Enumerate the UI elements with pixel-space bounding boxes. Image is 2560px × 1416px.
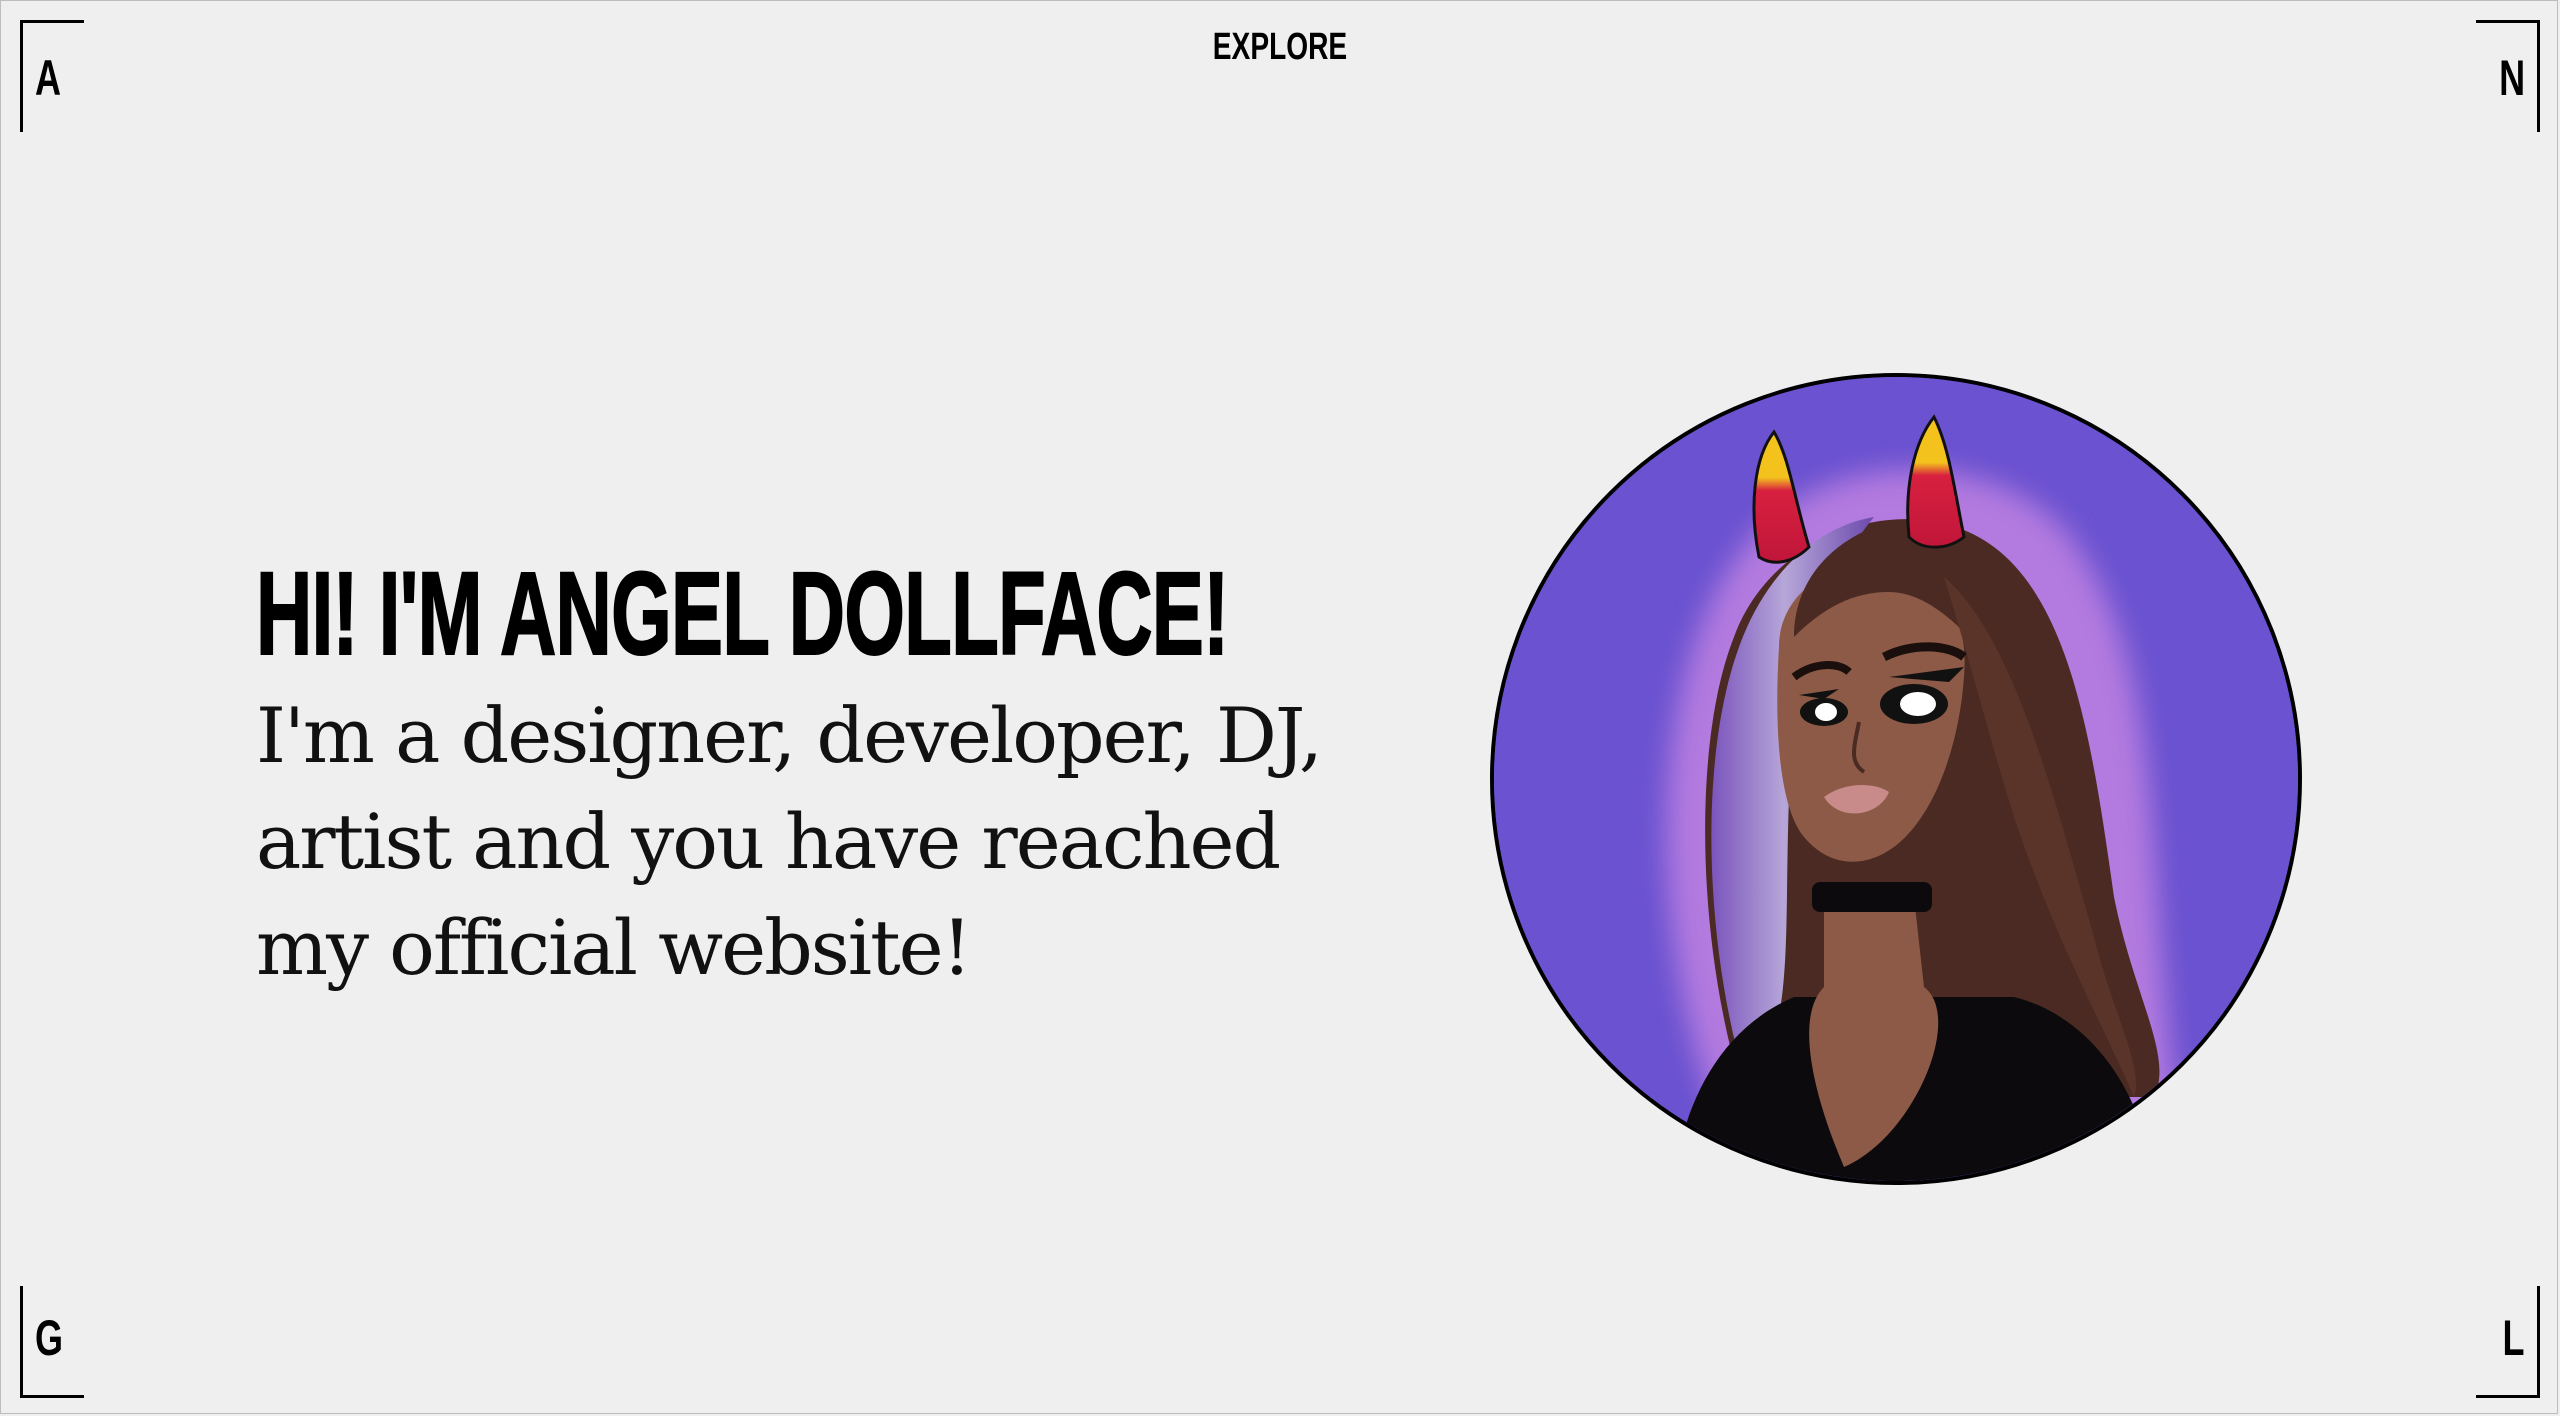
corner-letter-n: N xyxy=(2499,50,2525,106)
corner-bracket-bottom-left: G xyxy=(20,1286,84,1398)
corner-bracket-top-right: N xyxy=(2476,20,2540,132)
corner-letter-a: A xyxy=(35,50,61,106)
hero-section: HI! I'M ANGEL DOLLFACE! I'm a designer, … xyxy=(255,548,1456,1001)
corner-bracket-bottom-right: L xyxy=(2476,1286,2540,1398)
avatar xyxy=(1490,373,2302,1185)
avatar-illustration-icon xyxy=(1494,377,2298,1181)
hero-subtitle: I'm a designer, developer, DJ, artist an… xyxy=(256,691,1323,992)
explore-link[interactable]: EXPLORE xyxy=(1213,26,1347,69)
corner-bracket-top-left: A xyxy=(20,20,84,132)
corner-letter-g: G xyxy=(35,1310,64,1366)
hero-title: HI! I'M ANGEL DOLLFACE! xyxy=(255,548,1229,680)
corner-letter-l: L xyxy=(2503,1310,2525,1366)
